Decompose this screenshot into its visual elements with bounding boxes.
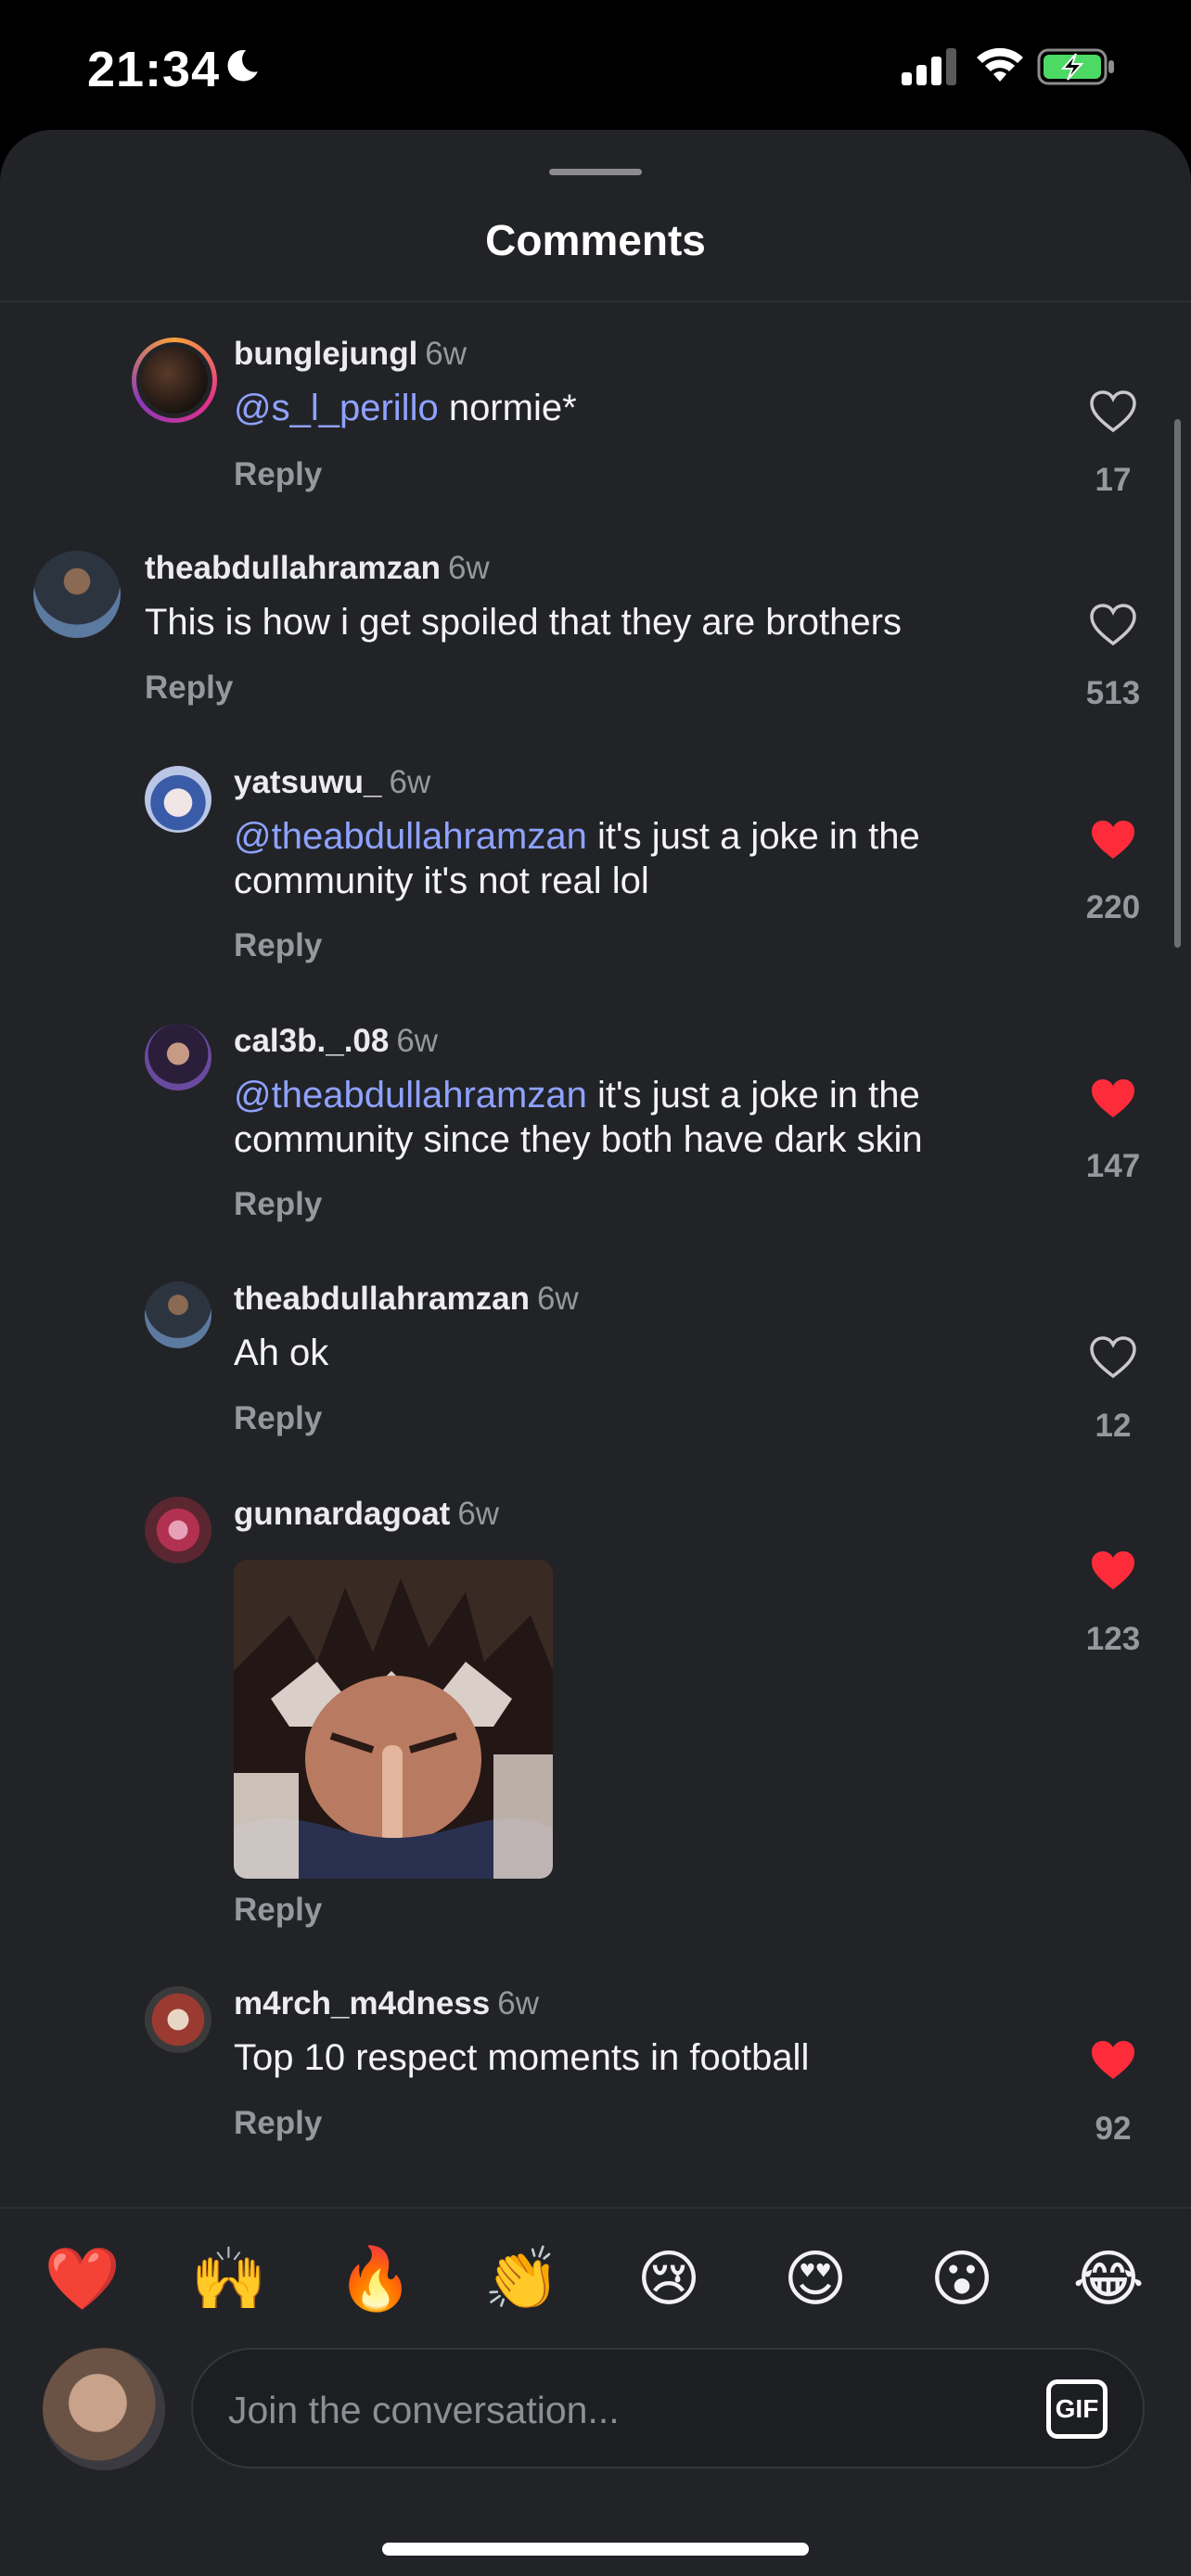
reply-button[interactable]: Reply <box>234 927 322 964</box>
reaction-heart-emoji[interactable]: ❤️ <box>32 2237 134 2320</box>
current-user-avatar[interactable] <box>43 2348 165 2470</box>
home-indicator <box>382 2543 809 2556</box>
mention-link[interactable]: @theabdullahramzan <box>234 816 587 857</box>
comment-username[interactable]: cal3b._.08 6w <box>234 1023 438 1060</box>
comment-body: Ah ok <box>234 1333 329 1373</box>
scrollbar[interactable] <box>1174 419 1181 948</box>
heart-outline-icon[interactable] <box>1089 389 1137 434</box>
comment-text: @theabdullahramzan it's just a joke in t… <box>234 1073 1050 1162</box>
quick-reactions: ❤️ 🙌 🔥 👏 😢 😍 😮 😂 <box>0 2237 1191 2320</box>
avatar[interactable] <box>145 1282 211 1348</box>
username-text[interactable]: cal3b._.08 <box>234 1023 389 1059</box>
reply-button[interactable]: Reply <box>234 1400 322 1437</box>
username-text[interactable]: bunglejungl <box>234 336 417 372</box>
reply-button[interactable]: Reply <box>234 2105 322 2142</box>
comment-username[interactable]: bunglejungl 6w <box>234 336 467 373</box>
comment-age: 6w <box>457 1496 500 1532</box>
comment-age: 6w <box>497 1985 540 2021</box>
comment-text: @theabdullahramzan it's just a joke in t… <box>234 814 1031 903</box>
like-count: 92 <box>1095 2111 1132 2147</box>
status-bar: 21:34 <box>0 0 1191 130</box>
comment-username[interactable]: gunnardagoat 6w <box>234 1496 499 1533</box>
input-placeholder: Join the conversation... <box>228 2389 620 2431</box>
comment-username[interactable]: theabdullahramzan 6w <box>145 550 490 587</box>
composer-bar: ❤️ 🙌 🔥 👏 😢 😍 😮 😂 Join the conversation..… <box>0 2207 1191 2576</box>
comment-username[interactable]: yatsuwu_ 6w <box>234 764 430 801</box>
wifi-icon <box>977 47 1023 82</box>
reaction-surprised-emoji[interactable]: 😮 <box>911 2237 1013 2320</box>
heart-outline-icon[interactable] <box>1089 603 1137 647</box>
reaction-fire-emoji[interactable]: 🔥 <box>325 2237 427 2320</box>
like-count: 513 <box>1085 675 1141 711</box>
reaction-heart-eyes-emoji[interactable]: 😍 <box>764 2237 866 2320</box>
comment-text: This is how i get spoiled that they are … <box>145 600 1054 644</box>
reaction-clap-emoji[interactable]: 👏 <box>471 2237 573 2320</box>
username-text[interactable]: m4rch_m4dness <box>234 1985 490 2021</box>
reply-button[interactable]: Reply <box>234 1892 322 1929</box>
sheet-grabber[interactable] <box>549 169 642 175</box>
gif-artwork <box>234 1560 553 1879</box>
mention-link[interactable]: @theabdullahramzan <box>234 1075 587 1116</box>
comment-input[interactable]: Join the conversation... GIF <box>191 2348 1145 2468</box>
heart-filled-icon[interactable] <box>1089 1077 1137 1121</box>
comment-text: Top 10 respect moments in football <box>234 2035 1106 2080</box>
reaction-laughing-emoji[interactable]: 😂 <box>1057 2237 1159 2320</box>
mention-link[interactable]: @s_l_perillo <box>234 388 439 428</box>
avatar[interactable] <box>132 338 217 423</box>
comment-username[interactable]: theabdullahramzan 6w <box>234 1281 579 1318</box>
comment-body: normie* <box>438 388 577 428</box>
heart-filled-icon[interactable] <box>1089 818 1137 862</box>
comment-age: 6w <box>425 336 467 372</box>
gif-button[interactable]: GIF <box>1046 2379 1108 2439</box>
heart-filled-icon[interactable] <box>1089 2038 1137 2083</box>
comment-age: 6w <box>447 550 490 586</box>
cellular-signal-icon <box>902 48 956 85</box>
gif-image[interactable] <box>234 1560 553 1879</box>
username-text[interactable]: theabdullahramzan <box>234 1281 530 1317</box>
reply-button[interactable]: Reply <box>145 670 233 707</box>
like-count: 123 <box>1085 1621 1141 1657</box>
comment-username[interactable]: m4rch_m4dness 6w <box>234 1985 539 2022</box>
status-time: 21:34 <box>87 42 221 97</box>
avatar[interactable] <box>145 766 211 833</box>
avatar[interactable] <box>145 1024 211 1090</box>
comment-text: @s_l_perillo normie* <box>234 386 1106 430</box>
moon-icon <box>227 49 258 82</box>
avatar[interactable] <box>145 1497 211 1563</box>
username-text[interactable]: yatsuwu_ <box>234 764 382 800</box>
avatar[interactable] <box>33 551 121 638</box>
reaction-raised-hands-emoji[interactable]: 🙌 <box>178 2237 280 2320</box>
username-text[interactable]: gunnardagoat <box>234 1496 450 1532</box>
comment-body: Top 10 respect moments in football <box>234 2037 810 2078</box>
avatar[interactable] <box>145 1986 211 2053</box>
reply-button[interactable]: Reply <box>234 456 322 493</box>
comment-age: 6w <box>389 764 431 800</box>
like-count: 17 <box>1095 462 1132 498</box>
header-divider <box>0 300 1191 302</box>
like-count: 220 <box>1085 889 1141 925</box>
like-count: 12 <box>1095 1408 1132 1444</box>
battery-charging-icon <box>1037 48 1114 85</box>
reaction-crying-emoji[interactable]: 😢 <box>618 2237 720 2320</box>
comment-age: 6w <box>396 1023 439 1059</box>
comment-body: This is how i get spoiled that they are … <box>145 602 902 643</box>
heart-filled-icon[interactable] <box>1089 1549 1137 1593</box>
comment-age: 6w <box>536 1281 579 1317</box>
like-count: 147 <box>1085 1148 1141 1184</box>
comment-text: Ah ok <box>234 1331 1106 1375</box>
sheet-title: Comments <box>485 216 706 264</box>
username-text[interactable]: theabdullahramzan <box>145 550 441 586</box>
reply-button[interactable]: Reply <box>234 1186 322 1223</box>
heart-outline-icon[interactable] <box>1089 1335 1137 1380</box>
